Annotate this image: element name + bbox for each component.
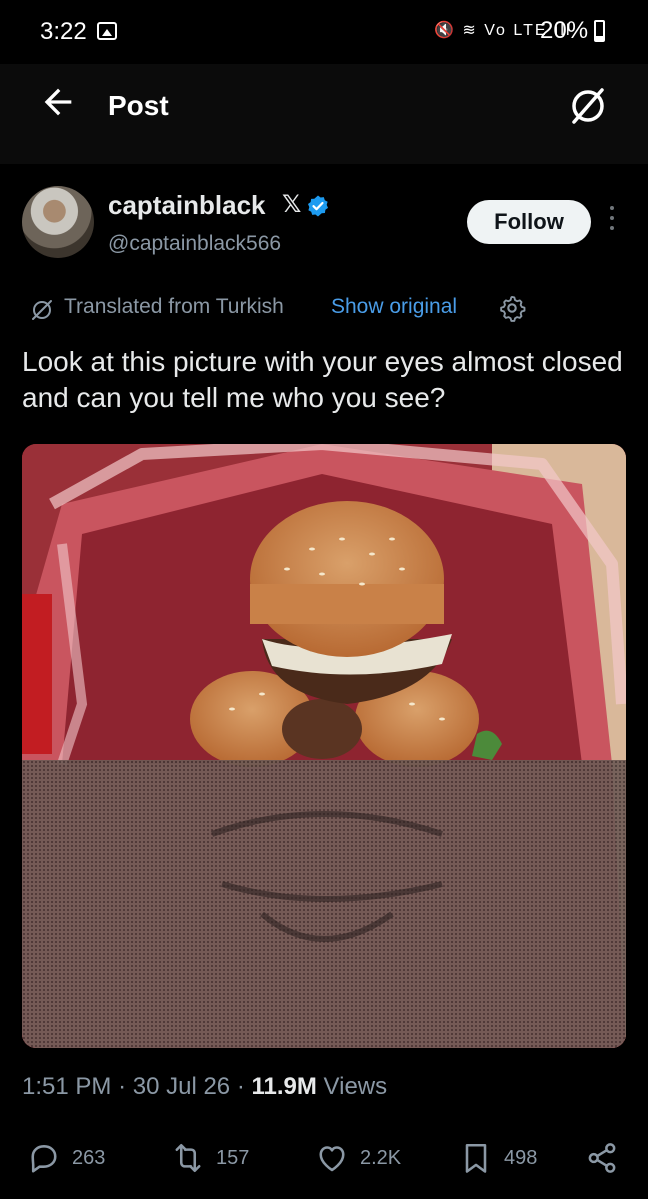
reply-count: 263 [72,1146,106,1169]
repost-icon [175,1143,201,1173]
author-display-name[interactable]: captainblack [108,190,266,221]
translation-note: Translated from Turkish [64,295,284,318]
heart-icon [319,1146,345,1172]
translate-icon [30,298,54,322]
bookmark-count: 498 [504,1146,538,1169]
repost-button[interactable]: 157 [170,1140,249,1176]
post-date: 30 Jul 26 [132,1073,231,1100]
top-app-bar [0,64,648,164]
bookmark-icon [465,1143,487,1173]
more-vertical-icon[interactable] [606,206,618,238]
page-title: Post [108,90,169,121]
separator-dot: · [236,1073,245,1100]
author-handle[interactable]: @captainblack566 [108,232,281,256]
gallery-notification-icon [97,22,117,40]
arrow-left-icon[interactable] [38,82,78,132]
like-button[interactable]: 2.2K [314,1140,401,1176]
x-affiliate-icon: 𝕏 [282,191,302,218]
separator-dot: · [118,1073,127,1100]
avatar[interactable] [22,186,94,258]
bookmark-button[interactable]: 498 [458,1140,537,1176]
share-button[interactable] [584,1140,620,1176]
views-label[interactable]: Views [324,1073,388,1100]
verified-badge-icon [306,194,330,218]
repost-count: 157 [216,1146,250,1169]
battery-percentage: 20% [540,17,589,44]
follow-button[interactable]: Follow [467,200,591,244]
views-count[interactable]: 11.9M [251,1073,316,1100]
like-count: 2.2K [360,1146,402,1169]
status-time: 3:22 [40,18,87,45]
grok-icon[interactable] [568,86,608,126]
reply-button[interactable]: 263 [26,1140,105,1176]
gear-icon[interactable] [498,294,526,322]
battery-icon [594,20,605,42]
share-icon [588,1143,616,1173]
status-bar: 3:22 🔇 ≋ Vo LTE ıll 20% [0,0,648,64]
post-text: Look at this picture with your eyes almo… [22,346,623,413]
show-original-link[interactable]: Show original [331,295,457,319]
post-time: 1:51 PM [22,1073,112,1100]
post-image[interactable] [22,444,626,1048]
post-meta: 1:51 PM · 30 Jul 26 · 11.9M Views [22,1073,387,1101]
reply-icon [31,1145,57,1173]
